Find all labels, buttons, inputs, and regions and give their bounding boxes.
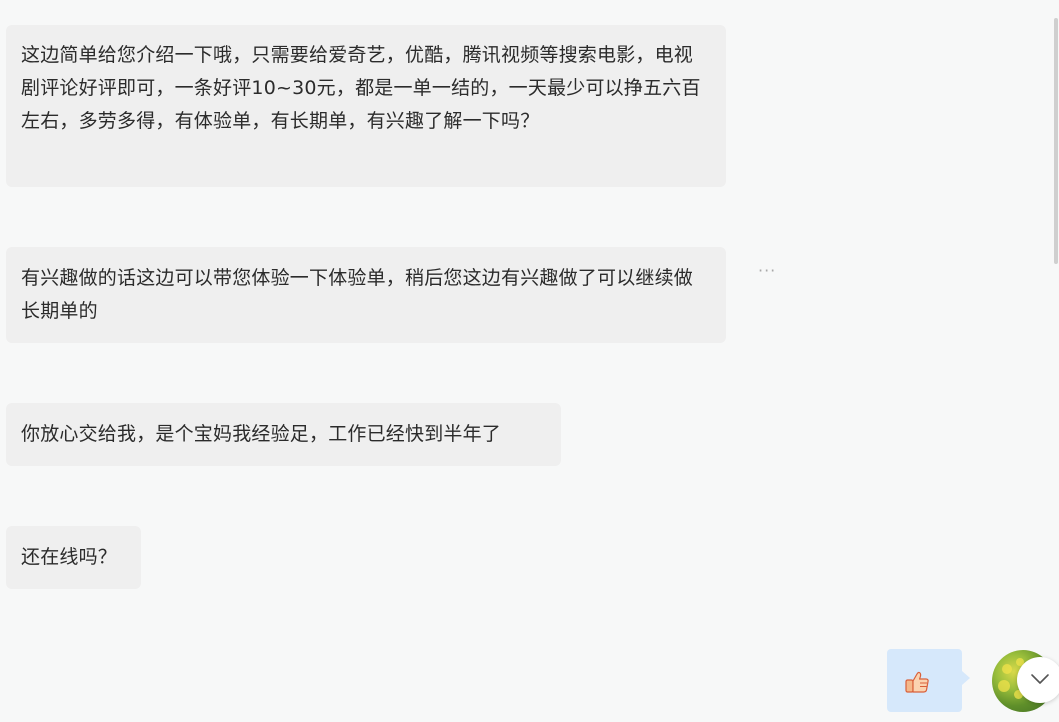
outgoing-message-bubble xyxy=(887,649,970,712)
incoming-message-bubble: 有兴趣做的话这边可以带您体验一下体验单，稍后您这边有兴趣做了可以继续做长期单的 xyxy=(6,247,726,343)
incoming-message-bubble: 还在线吗？ xyxy=(6,526,141,589)
thumbs-up-icon xyxy=(903,667,933,697)
message-more-icon[interactable]: ··· xyxy=(758,263,780,279)
scrollbar-thumb[interactable] xyxy=(1054,18,1058,264)
message-text: 你放心交给我，是个宝妈我经验足，工作已经快到半年了 xyxy=(21,423,502,445)
message-text: 有兴趣做的话这边可以带您体验一下体验单，稍后您这边有兴趣做了可以继续做长期单的 xyxy=(21,267,694,322)
chat-window: 这边简单给您介绍一下哦，只需要给爱奇艺，优酷，腾讯视频等搜索电影，电视剧评论好评… xyxy=(0,0,1059,722)
message-text: 还在线吗？ xyxy=(21,546,118,568)
message-text: 这边简单给您介绍一下哦，只需要给爱奇艺，优酷，腾讯视频等搜索电影，电视剧评论好评… xyxy=(21,44,701,132)
incoming-message-bubble: 你放心交给我，是个宝妈我经验足，工作已经快到半年了 xyxy=(6,403,561,466)
incoming-message-bubble: 这边简单给您介绍一下哦，只需要给爱奇艺，优酷，腾讯视频等搜索电影，电视剧评论好评… xyxy=(6,25,726,187)
avatar-detail xyxy=(1002,664,1012,674)
scrollbar[interactable] xyxy=(1053,0,1059,722)
avatar-detail xyxy=(998,680,1010,692)
